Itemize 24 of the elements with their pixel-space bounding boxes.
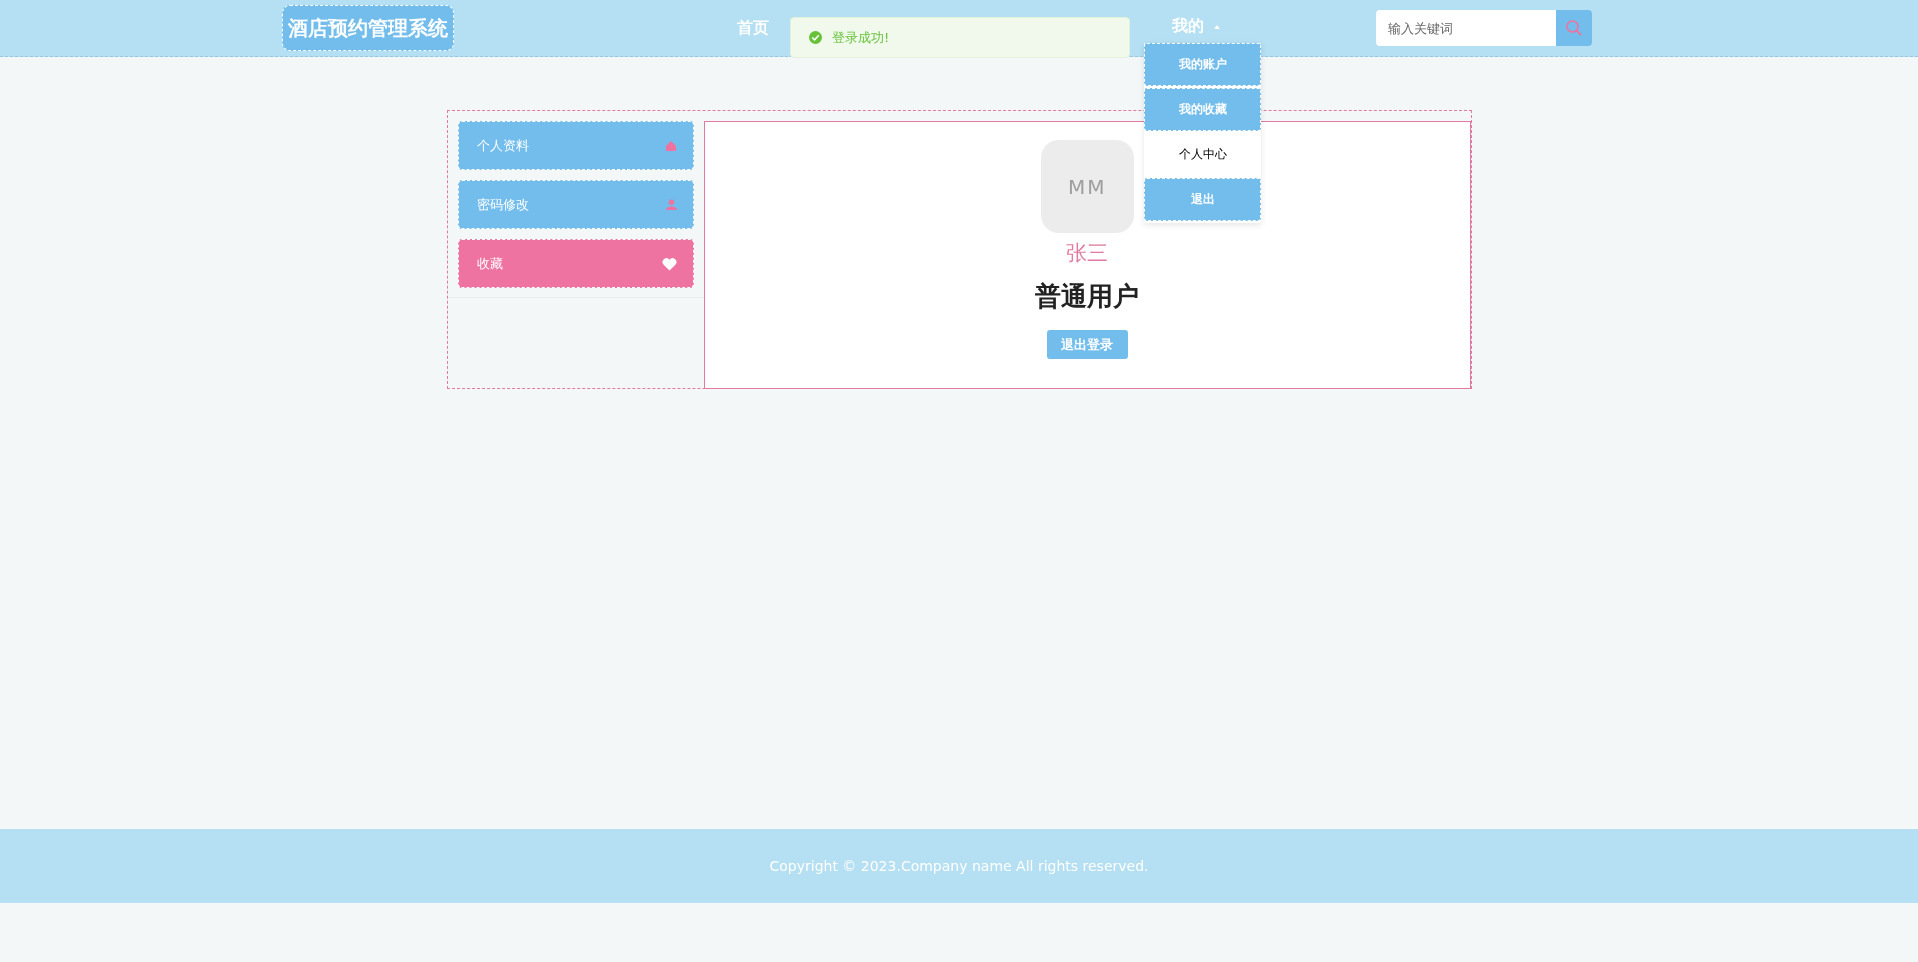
sidebar-item[interactable]: 个人资料: [457, 121, 694, 170]
copyright-text: Copyright © 2023.Company name All rights reserved.: [769, 858, 1149, 874]
menu-item[interactable]: 我的收藏: [1144, 88, 1261, 131]
menu-item[interactable]: 我的账户: [1144, 43, 1261, 86]
logo: 酒店预约管理系统: [282, 5, 454, 51]
search-button[interactable]: [1556, 10, 1592, 46]
user-icon: [665, 199, 677, 210]
avatar: MM: [1040, 140, 1134, 233]
user-name: 张三: [1066, 240, 1109, 267]
toast-message: 登录成功!: [832, 28, 890, 47]
nav-link[interactable]: 首页: [737, 17, 769, 39]
sidebar-item[interactable]: 密码修改: [457, 180, 694, 229]
caret-icon: [1214, 24, 1220, 29]
logout-button[interactable]: 退出登录: [1046, 330, 1128, 359]
heart-icon: [661, 256, 677, 271]
user-menu[interactable]: 我的: [1172, 16, 1220, 37]
check-circle-icon: [809, 31, 822, 44]
search-icon: [1565, 19, 1583, 37]
house-icon: [664, 139, 677, 152]
user-role: 普通用户: [1035, 280, 1140, 313]
sidebar-item[interactable]: 收藏: [457, 239, 694, 288]
menu-item[interactable]: 个人中心: [1144, 133, 1261, 176]
search-field[interactable]: 输入关键词: [1376, 10, 1556, 46]
menu-item[interactable]: 退出: [1144, 178, 1261, 221]
